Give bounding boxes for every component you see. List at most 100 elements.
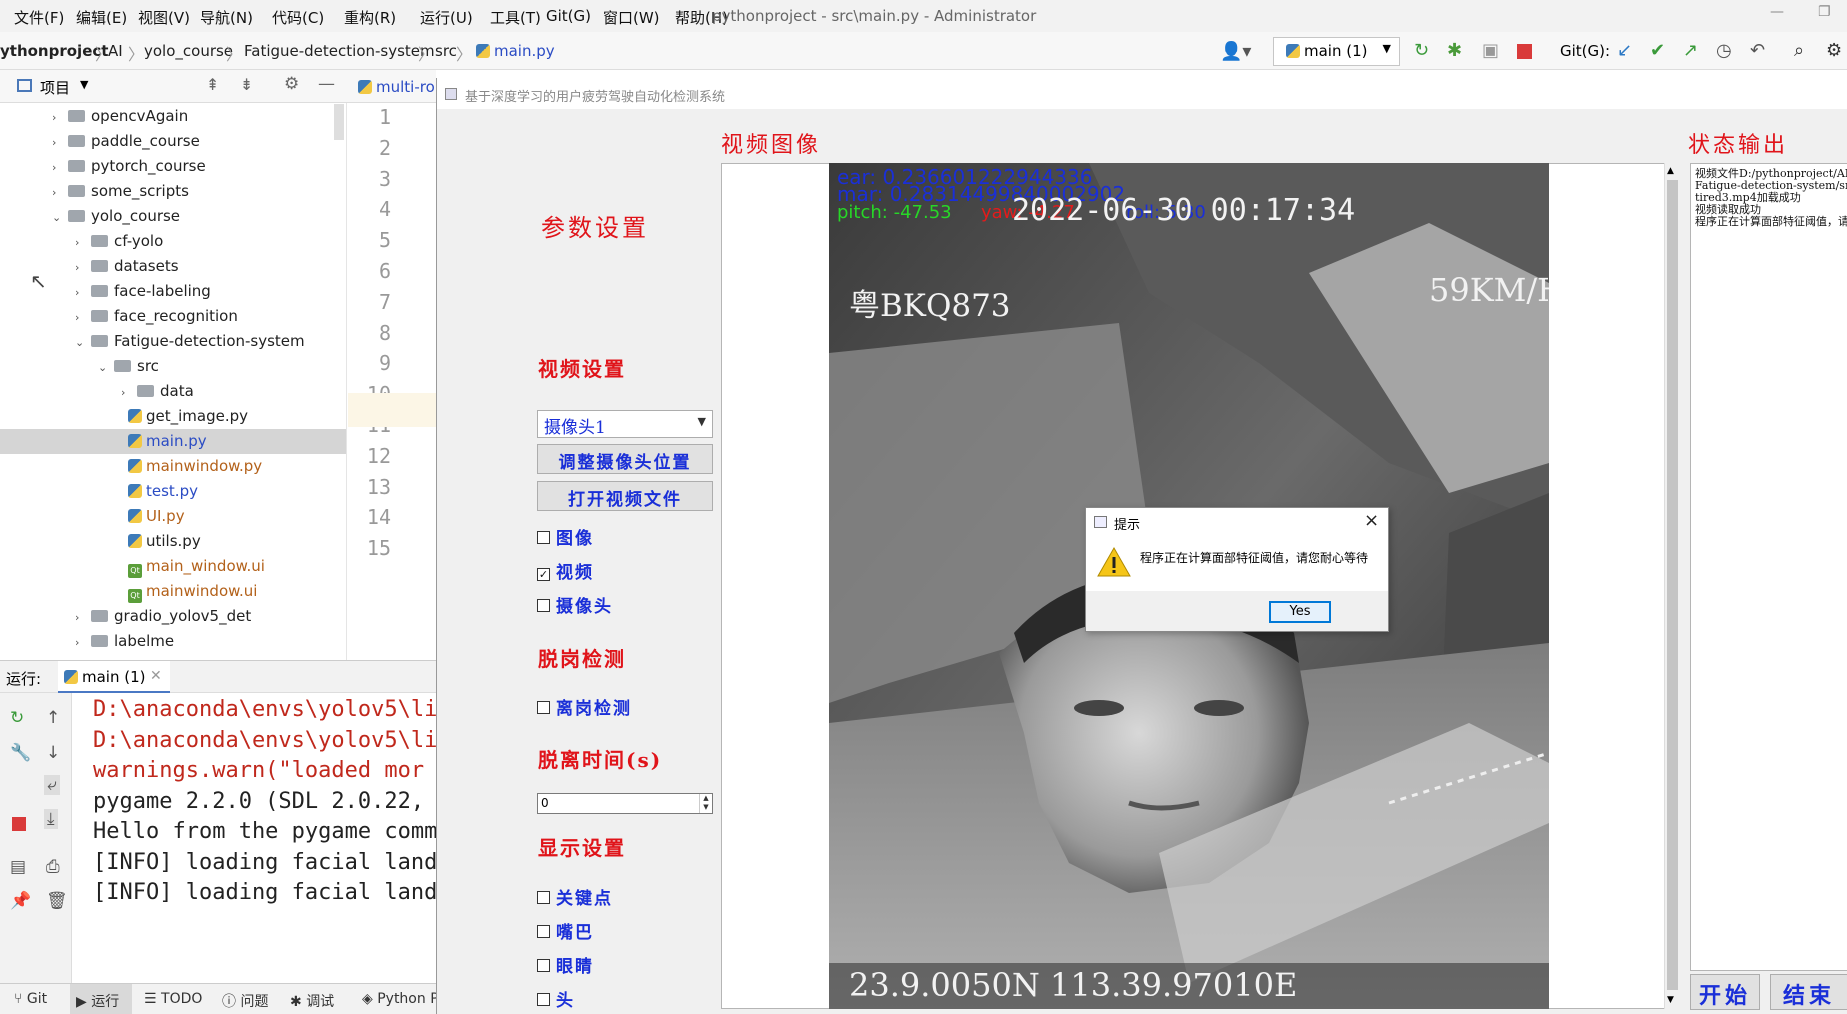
expand-all-icon[interactable]: ⇞	[206, 75, 219, 94]
chevron-right-icon[interactable]: ›	[52, 155, 68, 180]
git-commit-icon[interactable]: ✔	[1650, 40, 1665, 61]
status-run[interactable]: ▶ 运行	[70, 984, 132, 1014]
head-checkbox[interactable]: 头	[537, 986, 575, 1011]
stop-icon[interactable]	[12, 817, 26, 831]
editor-tab[interactable]: multi-rou	[346, 70, 436, 103]
video-scrollbar-thumb[interactable]	[1667, 180, 1678, 990]
tree-folder[interactable]: ⌄ yolo_course	[0, 204, 346, 229]
mouth-checkbox[interactable]: 嘴巴	[537, 918, 594, 943]
rollback-icon[interactable]: ↶	[1750, 40, 1765, 61]
history-icon[interactable]: ◷	[1716, 40, 1732, 61]
menu-item[interactable]: 运行(U)	[420, 7, 473, 28]
tree-folder[interactable]: › some_scripts	[0, 179, 346, 204]
wrench-icon[interactable]: 🔧	[10, 743, 31, 763]
image-checkbox[interactable]: 图像	[537, 524, 594, 549]
down-arrow-icon[interactable]: ↓	[46, 743, 60, 763]
chevron-down-icon[interactable]: ⌄	[98, 355, 114, 380]
pin-icon[interactable]: 📌	[10, 891, 31, 911]
chevron-right-icon[interactable]: ›	[75, 230, 91, 255]
camera-select[interactable]: 摄像头1 ▼	[537, 410, 713, 438]
status-problems[interactable]: ⓘ 问题	[222, 991, 268, 1011]
hide-panel-icon[interactable]: —	[318, 74, 335, 94]
tree-file[interactable]: UI.py	[0, 504, 346, 529]
chevron-right-icon[interactable]: ›	[75, 255, 91, 280]
breadcrumb-src[interactable]: src	[435, 42, 457, 60]
project-label[interactable]: 项目	[40, 77, 70, 98]
menu-item[interactable]: 文件(F)	[14, 7, 64, 28]
breadcrumb-yolo-course[interactable]: yolo_course	[144, 42, 233, 60]
menu-item[interactable]: Git(G)	[546, 7, 591, 25]
menu-item[interactable]: 导航(N)	[200, 7, 253, 28]
collapse-all-icon[interactable]: ⇟	[240, 75, 253, 94]
chevron-right-icon[interactable]: ›	[75, 280, 91, 305]
chevron-right-icon[interactable]: ›	[75, 305, 91, 330]
tree-file[interactable]: utils.py	[0, 529, 346, 554]
git-push-icon[interactable]: ↗	[1683, 40, 1698, 61]
end-button[interactable]: 结束	[1770, 974, 1847, 1010]
chevron-down-icon[interactable]: ▼	[80, 78, 88, 91]
minimize-icon[interactable]: —	[1770, 4, 1784, 20]
git-update-icon[interactable]: ↙	[1617, 40, 1632, 61]
run-console[interactable]: D:\anaconda\envs\yolov5\lib D:\anaconda\e…	[72, 693, 436, 983]
breadcrumb-root[interactable]: ythonproject	[0, 42, 108, 60]
close-icon[interactable]: ×	[1364, 510, 1379, 531]
scroll-up-icon[interactable]: ▲	[1667, 166, 1674, 176]
menu-item[interactable]: 编辑(E)	[76, 7, 127, 28]
chevron-right-icon[interactable]: ›	[52, 105, 68, 130]
breadcrumb-main-py[interactable]: main.py	[476, 42, 555, 60]
tree-folder[interactable]: › data	[0, 379, 346, 404]
chevron-down-icon[interactable]: ⌄	[75, 330, 91, 355]
tree-file[interactable]: mainwindow.py	[0, 454, 346, 479]
spin-arrows-icon[interactable]: ▲ ▼	[699, 794, 712, 813]
settings-gear-icon[interactable]: ⚙	[1826, 40, 1842, 61]
tree-file[interactable]: test.py	[0, 479, 346, 504]
tree-folder[interactable]: › opencvAgain	[0, 104, 346, 129]
breadcrumb-fatigue[interactable]: Fatigue-detection-system	[244, 42, 435, 60]
tree-folder[interactable]: ⌄ src	[0, 354, 346, 379]
menu-item[interactable]: 代码(C)	[272, 7, 324, 28]
tree-file[interactable]: main.py	[0, 429, 346, 454]
chevron-right-icon[interactable]: ›	[121, 380, 137, 405]
eyes-checkbox[interactable]: 眼睛	[537, 952, 594, 977]
layout-icon[interactable]: ▤	[10, 857, 26, 877]
menu-item[interactable]: 视图(V)	[138, 7, 190, 28]
print-icon[interactable]: ⎙	[46, 857, 60, 877]
menu-item[interactable]: 窗口(W)	[603, 7, 660, 28]
debug-icon[interactable]: ✱	[1447, 40, 1462, 61]
restore-icon[interactable]: ❐	[1818, 4, 1831, 20]
up-arrow-icon[interactable]: ↑	[46, 708, 60, 728]
tree-folder[interactable]: ⌄ Fatigue-detection-system	[0, 329, 346, 354]
chevron-right-icon[interactable]: ›	[52, 130, 68, 155]
adjust-camera-button[interactable]: 调整摄像头位置	[537, 444, 713, 474]
rerun-icon[interactable]: ↻	[10, 708, 24, 728]
scroll-down-icon[interactable]: ▼	[1667, 995, 1674, 1005]
scroll-to-end-icon[interactable]: ⤓	[44, 809, 58, 829]
coverage-icon[interactable]: ▣	[1482, 40, 1499, 61]
tree-folder[interactable]: › pytorch_course	[0, 154, 346, 179]
tree-folder[interactable]: › labelme	[0, 629, 346, 654]
status-python[interactable]: ◈ Python P	[362, 991, 439, 1007]
run-config-select[interactable]: main (1) ▼	[1273, 37, 1400, 66]
tree-file[interactable]: Qt main_window.ui	[0, 554, 346, 579]
status-debug[interactable]: ✱ 调试	[290, 991, 334, 1011]
rerun-icon[interactable]: ↻	[1414, 40, 1429, 61]
tree-file[interactable]: get_image.py	[0, 404, 346, 429]
yes-button[interactable]: Yes	[1269, 601, 1331, 623]
status-todo[interactable]: ☰ TODO	[144, 991, 202, 1007]
chevron-right-icon[interactable]: ›	[75, 630, 91, 655]
stop-icon[interactable]	[1517, 44, 1532, 59]
search-icon[interactable]: ⌕	[1794, 40, 1804, 61]
leave-post-checkbox[interactable]: 离岗检测	[537, 694, 632, 719]
camera-checkbox[interactable]: 摄像头	[537, 592, 613, 617]
breadcrumb-ai[interactable]: AI	[108, 42, 123, 60]
tree-scrollbar[interactable]	[334, 104, 344, 140]
tree-folder[interactable]: › face-labeling	[0, 279, 346, 304]
open-video-button[interactable]: 打开视频文件	[537, 481, 713, 511]
tree-folder[interactable]: › paddle_course	[0, 129, 346, 154]
tree-folder[interactable]: › cf-yolo	[0, 229, 346, 254]
menu-item[interactable]: 重构(R)	[344, 7, 396, 28]
chevron-right-icon[interactable]: ›	[75, 605, 91, 630]
tree-folder[interactable]: › datasets	[0, 254, 346, 279]
keypoints-checkbox[interactable]: 关键点	[537, 884, 613, 909]
menu-item[interactable]: 工具(T)	[490, 7, 541, 28]
